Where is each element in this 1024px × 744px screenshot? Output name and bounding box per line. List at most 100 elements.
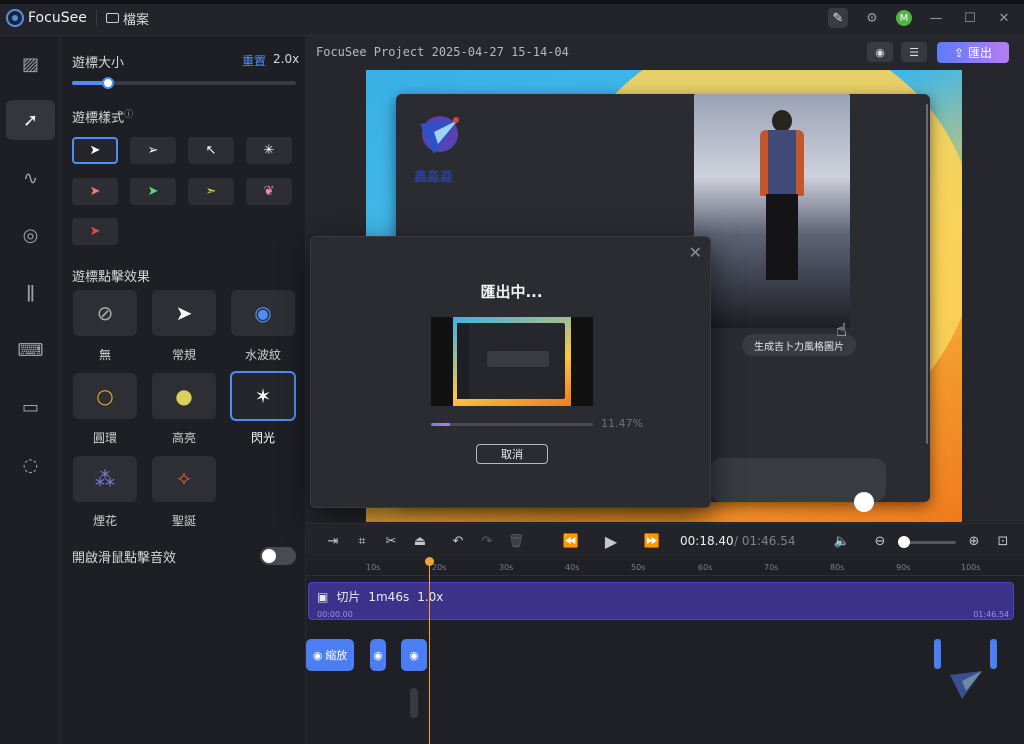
delete-icon[interactable]: 🗑 <box>507 532 525 550</box>
caption-tool-icon[interactable]: ▭ <box>6 387 55 427</box>
settings-gear-icon[interactable]: ⚙ <box>862 8 882 28</box>
arrow-outline-icon: ➢ <box>147 143 159 158</box>
ruler-tick: 40s <box>565 563 580 572</box>
info-icon[interactable]: ⓘ <box>124 110 133 120</box>
export-button[interactable]: ⇪ 匯出 <box>937 42 1009 63</box>
minimize-icon[interactable]: — <box>926 8 946 28</box>
playback-toolbar: ⇥ ⌗ ✂ ⏏ ↶ ↷ 🗑 ⏪ ▶ ⏩ 00:18.40 / 01:46.54 … <box>306 523 1024 559</box>
reset-button[interactable]: 重置 <box>242 52 266 69</box>
adjust-sliders-icon[interactable]: ☰ <box>901 42 927 62</box>
undo-icon[interactable]: ↶ <box>449 532 467 550</box>
cursor-size-slider[interactable] <box>72 77 296 89</box>
cursor-style-title: 遊標樣式ⓘ <box>72 107 133 126</box>
zoom-clip-mini[interactable] <box>934 639 941 669</box>
effect-normal-tile[interactable]: ➤ <box>152 290 216 336</box>
playhead-knob[interactable] <box>425 557 434 566</box>
clip-video-icon: ▣ <box>317 589 329 604</box>
cursor-style-option[interactable]: ❦ <box>246 178 292 205</box>
effect-ring-tile[interactable]: ○ <box>73 373 137 419</box>
volume-icon[interactable]: 🔈 <box>833 532 851 550</box>
ruler-tick: 50s <box>631 563 646 572</box>
ruler-tick: 80s <box>830 563 845 572</box>
person-head <box>772 110 792 132</box>
split-track-icon[interactable]: ⇥ <box>324 532 342 550</box>
background-tool-icon[interactable]: ▨ <box>6 44 55 84</box>
zoom-clip[interactable]: ◉ 縮放 <box>306 639 354 671</box>
cursor-style-option[interactable]: ➤ <box>72 137 118 164</box>
cursor-style-option[interactable]: ➣ <box>188 178 234 205</box>
cursor-style-option[interactable]: ✳ <box>246 137 292 164</box>
focusee-logo-icon <box>6 9 24 27</box>
thumb-dialog <box>487 351 549 367</box>
file-menu-button[interactable]: 檔案 <box>106 9 150 28</box>
zoom-clip-label: 縮放 <box>325 649 348 662</box>
playhead[interactable] <box>429 560 430 744</box>
zoom-clip-mini[interactable] <box>990 639 997 669</box>
effect-flash-tile[interactable]: ✶ <box>230 371 296 421</box>
clip-duration: 1m46s <box>368 589 410 604</box>
effect-firework-tile[interactable]: ⁂ <box>73 456 137 502</box>
cancel-button[interactable]: 取消 <box>476 444 548 464</box>
speed-icon[interactable]: ⏏ <box>411 532 429 550</box>
ruler-tick: 90s <box>896 563 911 572</box>
rewind-icon[interactable]: ⏪ <box>562 532 580 550</box>
maximize-icon[interactable]: ☐ <box>960 8 980 28</box>
cursor-size-value: 2.0x <box>273 52 300 66</box>
timeline-scroll-handle[interactable] <box>410 688 418 718</box>
cursor-tool-icon[interactable]: ➚ <box>6 100 55 140</box>
zoom-clip[interactable]: ◉ <box>401 639 427 671</box>
effect-christmas-tile[interactable]: ✧ <box>152 456 216 502</box>
camera-tool-icon[interactable]: ◎ <box>6 215 55 255</box>
audio-tool-icon[interactable]: ǁ <box>6 272 55 312</box>
watermark-tool-icon[interactable]: ◌ <box>6 445 55 485</box>
preview-eye-icon[interactable]: ◉ <box>867 42 893 62</box>
flash-icon: ✶ <box>254 384 272 408</box>
zoom-clip[interactable]: ◉ <box>370 639 386 671</box>
effect-highlight-tile[interactable]: ● <box>152 373 216 419</box>
ruler-tick: 30s <box>499 563 514 572</box>
cursor-style-option[interactable]: ➢ <box>130 137 176 164</box>
redo-icon[interactable]: ↷ <box>478 532 496 550</box>
cursor-style-title-text: 遊標樣式 <box>72 111 125 126</box>
effect-label: 水波紋 <box>244 348 281 362</box>
close-icon[interactable]: ✕ <box>994 8 1014 28</box>
click-sound-toggle[interactable] <box>260 547 296 565</box>
cursor-size-slider-knob[interactable] <box>101 77 114 89</box>
close-icon[interactable]: ✕ <box>689 243 702 262</box>
cut-icon[interactable]: ✂ <box>382 532 400 550</box>
ruler-tick: 70s <box>764 563 779 572</box>
zoom-out-icon[interactable]: ⊖ <box>871 532 889 550</box>
motion-tool-icon[interactable]: ∿ <box>6 158 55 198</box>
timeline-zoom-knob[interactable] <box>898 536 910 548</box>
person-figure <box>756 110 808 280</box>
fit-timeline-icon[interactable]: ⊡ <box>994 532 1012 550</box>
effect-label: 聖誕 <box>171 514 196 528</box>
zoom-in-icon[interactable]: ⊕ <box>965 532 983 550</box>
annotate-icon[interactable]: ✎ <box>828 8 848 28</box>
current-time: 00:18.40 <box>680 534 734 548</box>
cursor-style-option[interactable]: ➤ <box>130 178 176 205</box>
file-menu-label: 檔案 <box>123 12 150 28</box>
zoom-clip-icon: ◉ <box>312 648 323 662</box>
keyboard-tool-icon[interactable]: ⌨ <box>6 330 55 370</box>
effect-ripple-tile[interactable]: ◉ <box>231 290 295 336</box>
app-name: FocuSee <box>28 10 87 26</box>
effect-none-tile[interactable]: ⊘ <box>73 290 137 336</box>
cursor-style-option[interactable]: ➤ <box>72 218 118 245</box>
tool-rail: ▨ ➚ ∿ ◎ ǁ ⌨ ▭ ◌ <box>0 36 60 744</box>
site-logo-text: 鑫淼淼 <box>414 170 454 185</box>
play-icon[interactable]: ▶ <box>602 532 620 551</box>
cursor-style-option[interactable]: ↖ <box>188 137 234 164</box>
photo-preview <box>694 94 850 328</box>
crop-icon[interactable]: ⌗ <box>353 532 371 550</box>
cursor-size-title: 遊標大小 <box>72 56 125 71</box>
user-avatar[interactable]: M <box>896 10 912 26</box>
fast-forward-icon[interactable]: ⏩ <box>643 532 661 550</box>
video-clip[interactable]: ▣ 切片 1m46s 1.0x 00:00.00 01:46.54 <box>308 582 1014 620</box>
clip-start-time: 00:00.00 <box>317 610 353 619</box>
clip-speed: 1.0x <box>417 589 444 604</box>
arrow-lime-icon: ➣ <box>205 184 217 199</box>
effect-label: 煙花 <box>92 514 117 528</box>
cursor-style-option[interactable]: ➤ <box>72 178 118 205</box>
title-separator <box>96 10 97 26</box>
